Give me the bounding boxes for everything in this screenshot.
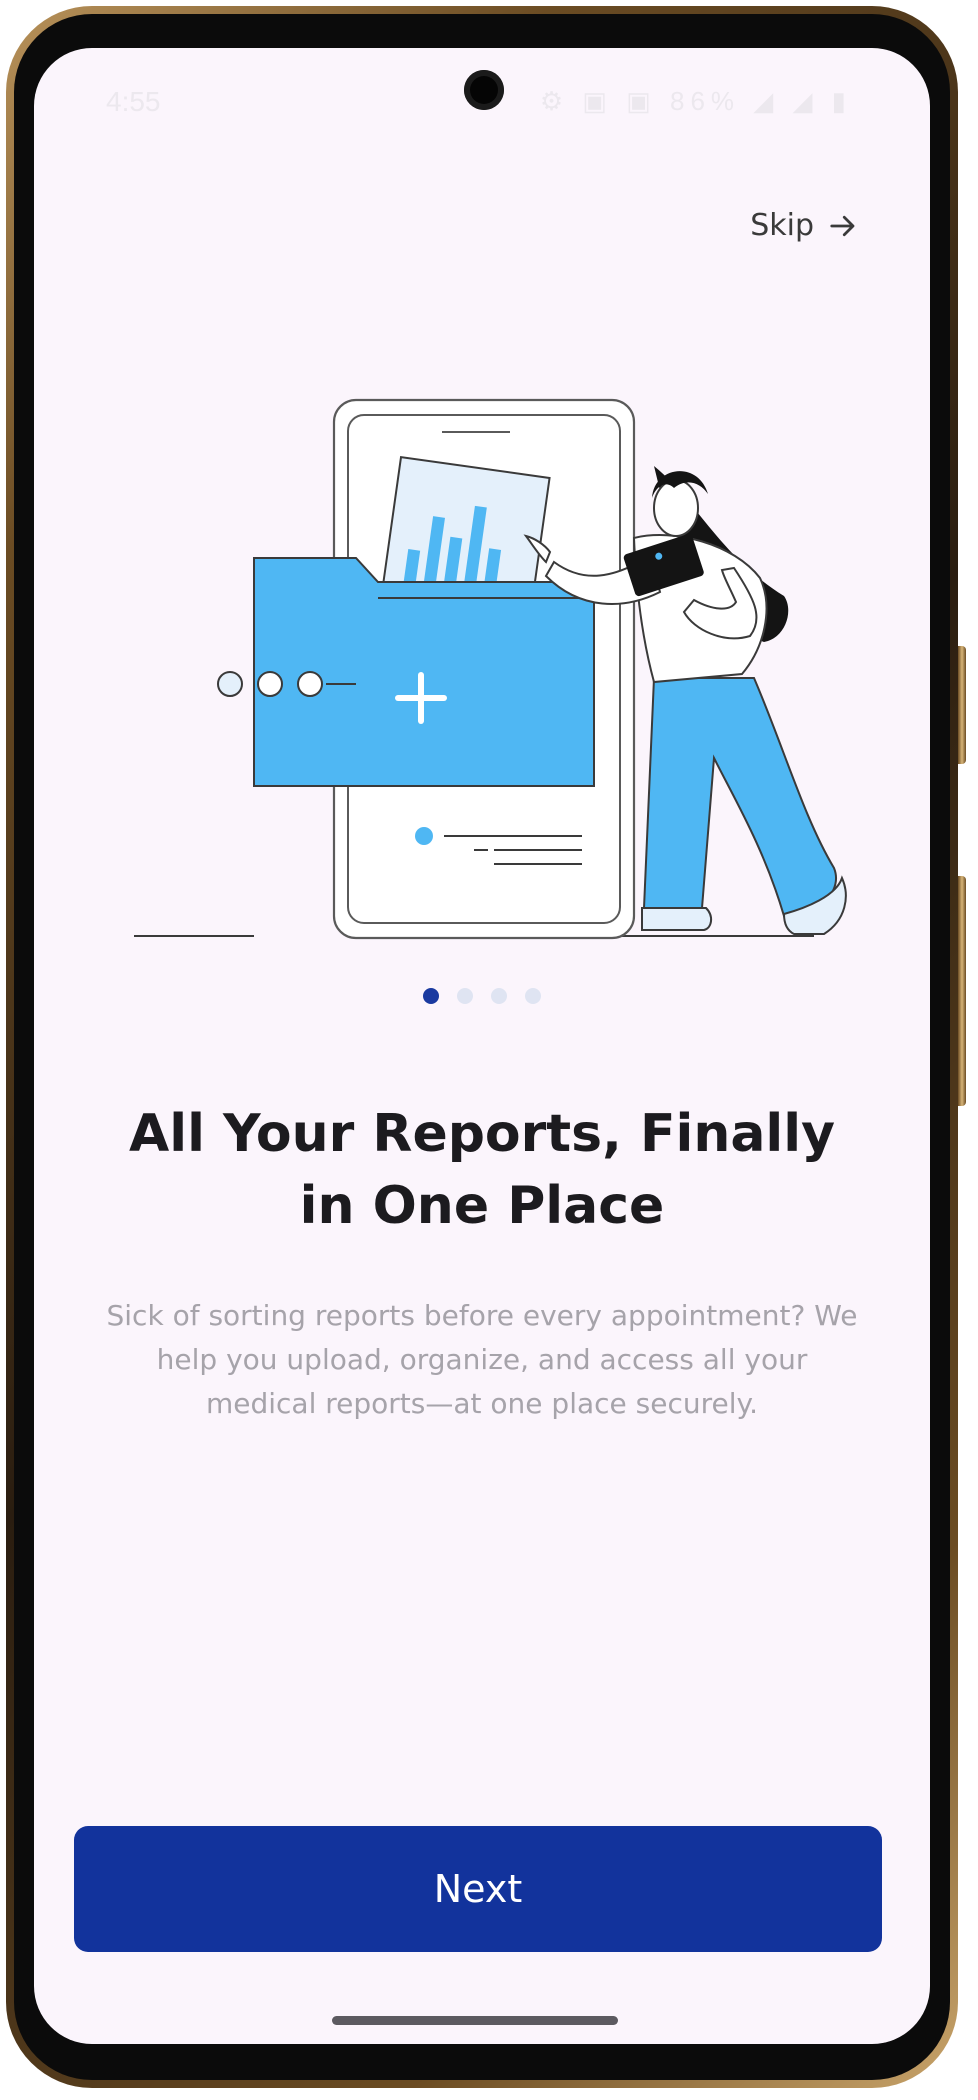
front-camera [464,70,504,110]
status-bar: 4:55 ⚙ ▣ ▣ 86% ◢ ◢ ▮ [34,48,930,132]
skip-button[interactable]: Skip [750,208,858,243]
app-screen: 4:55 ⚙ ▣ ▣ 86% ◢ ◢ ▮ Skip All Your Repor… [34,48,930,2044]
home-indicator[interactable] [332,2016,618,2025]
page-dot-3[interactable] [491,988,507,1004]
next-button[interactable]: Next [74,1826,882,1952]
page-indicator [34,988,930,1004]
power-button [958,646,966,764]
status-icons: ⚙ ▣ ▣ 86% ◢ ◢ ▮ [539,86,852,116]
page-dot-2[interactable] [457,988,473,1004]
onboarding-description: Sick of sorting reports before every app… [106,1299,858,1420]
skip-label: Skip [750,208,814,243]
onboarding-title: All Your Reports, Finally in One Place [129,1104,835,1236]
page-dot-4[interactable] [525,988,541,1004]
page-dot-1[interactable] [423,988,439,1004]
volume-button [958,876,966,1106]
status-time: 4:55 [106,86,161,117]
reports-illustration [134,398,847,940]
arrow-right-icon [830,215,855,236]
